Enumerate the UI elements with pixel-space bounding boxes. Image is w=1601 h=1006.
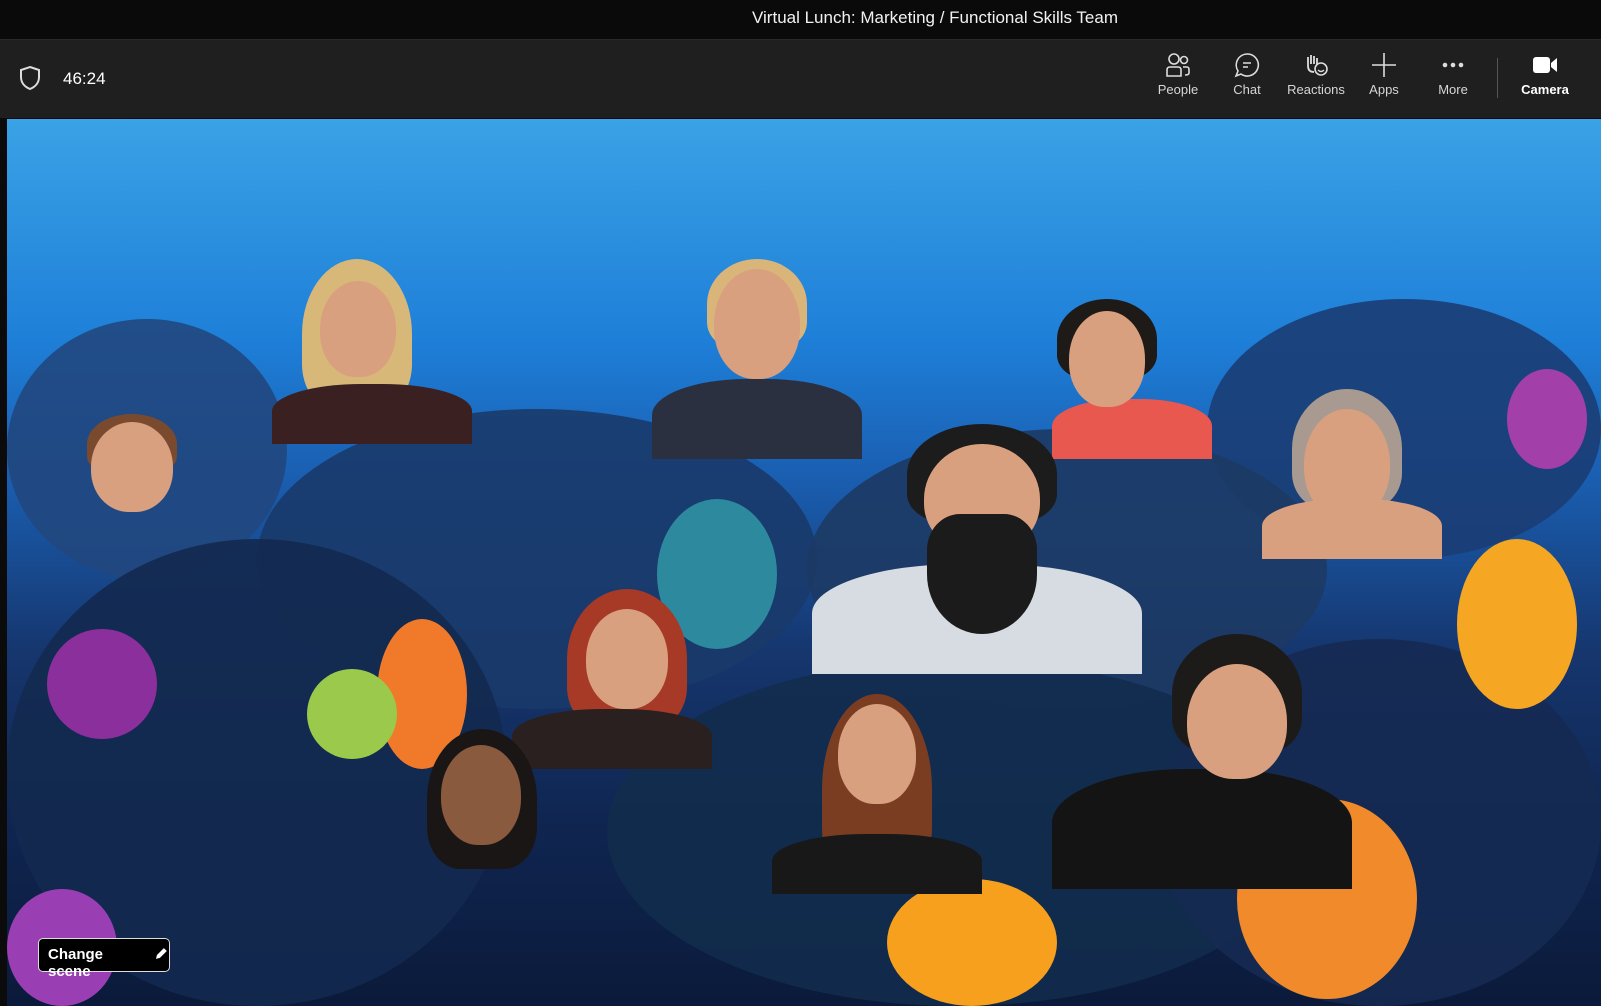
camera-label: Camera	[1521, 82, 1569, 97]
camera-icon	[1533, 57, 1557, 73]
orange-coral	[1457, 539, 1577, 709]
toolbar-divider	[1497, 58, 1498, 98]
people-button[interactable]: People	[1145, 52, 1211, 97]
change-scene-label: Change scene	[48, 946, 104, 980]
reactions-label: Reactions	[1287, 82, 1345, 97]
shield-icon[interactable]	[18, 65, 42, 96]
title-bar: Virtual Lunch: Marketing / Functional Sk…	[0, 0, 1601, 40]
people-label: People	[1157, 82, 1199, 97]
camera-button[interactable]: Camera	[1512, 52, 1578, 97]
more-icon	[1442, 62, 1464, 68]
orange-coral	[887, 879, 1057, 1006]
plus-icon	[1372, 53, 1396, 77]
chat-icon	[1234, 53, 1260, 78]
reactions-icon	[1307, 55, 1328, 76]
chat-button[interactable]: Chat	[1214, 52, 1280, 97]
pencil-icon	[156, 948, 168, 959]
more-label: More	[1438, 82, 1468, 97]
people-icon	[1166, 53, 1190, 77]
change-scene-button[interactable]: Change scene	[38, 938, 170, 980]
green-coral	[307, 669, 397, 759]
meeting-toolbar: 46:24 People Chat Reactions Apps More Ca…	[0, 40, 1601, 118]
together-mode-scene	[7, 119, 1601, 1006]
purple-coral	[1507, 369, 1587, 469]
purple-coral	[47, 629, 157, 739]
apps-button[interactable]: Apps	[1351, 52, 1417, 97]
more-button[interactable]: More	[1420, 52, 1486, 97]
apps-label: Apps	[1369, 82, 1399, 97]
reactions-button[interactable]: Reactions	[1282, 52, 1350, 97]
meeting-timer: 46:24	[63, 69, 106, 88]
meeting-title: Virtual Lunch: Marketing / Functional Sk…	[752, 8, 1118, 27]
chat-label: Chat	[1233, 82, 1261, 97]
